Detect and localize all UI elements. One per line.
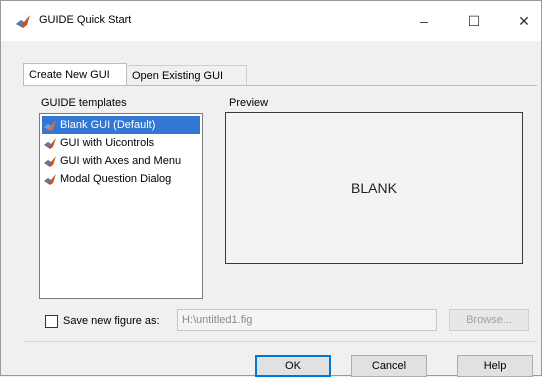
matlab-icon	[44, 138, 56, 149]
minimize-icon: –	[420, 13, 428, 29]
help-button[interactable]: Help	[457, 355, 533, 377]
preview-label: Preview	[229, 97, 269, 109]
matlab-icon	[44, 120, 56, 131]
cancel-button[interactable]: Cancel	[351, 355, 427, 377]
title-bar: GUIDE Quick Start – ☐ ✕	[1, 1, 541, 41]
save-new-figure-checkbox[interactable]	[45, 315, 58, 328]
template-list[interactable]: Blank GUI (Default) GUI with Uicontrols …	[39, 113, 203, 299]
template-item-gui-with-axes-and-menu[interactable]: GUI with Axes and Menu	[42, 152, 200, 170]
save-path-input[interactable]	[177, 309, 437, 331]
maximize-button[interactable]: ☐	[451, 5, 497, 37]
minimize-button[interactable]: –	[401, 5, 447, 37]
matlab-icon	[44, 174, 56, 185]
matlab-app-icon	[15, 13, 31, 29]
template-item-label: Modal Question Dialog	[60, 173, 172, 185]
guide-quick-start-window: GUIDE Quick Start – ☐ ✕ Create New GUI O…	[0, 0, 542, 377]
preview-text: BLANK	[351, 180, 397, 196]
close-icon: ✕	[518, 12, 530, 29]
separator	[23, 341, 537, 342]
template-item-label: GUI with Uicontrols	[60, 137, 155, 149]
template-item-label: GUI with Axes and Menu	[60, 155, 182, 167]
ok-button[interactable]: OK	[255, 355, 331, 377]
tab-create-new-gui[interactable]: Create New GUI	[23, 63, 127, 85]
tab-open-existing-gui[interactable]: Open Existing GUI	[127, 65, 247, 85]
template-item-label: Blank GUI (Default)	[60, 119, 156, 131]
close-button[interactable]: ✕	[501, 5, 542, 37]
browse-button[interactable]: Browse...	[449, 309, 529, 331]
window-title: GUIDE Quick Start	[39, 14, 132, 26]
template-item-modal-question-dialog[interactable]: Modal Question Dialog	[42, 170, 200, 188]
template-item-blank-gui[interactable]: Blank GUI (Default)	[42, 116, 200, 134]
matlab-icon	[44, 156, 56, 167]
preview-box: BLANK	[225, 112, 523, 264]
templates-label: GUIDE templates	[41, 97, 127, 109]
template-item-gui-with-uicontrols[interactable]: GUI with Uicontrols	[42, 134, 200, 152]
save-new-figure-label[interactable]: Save new figure as:	[63, 315, 160, 327]
maximize-icon: ☐	[467, 12, 481, 29]
